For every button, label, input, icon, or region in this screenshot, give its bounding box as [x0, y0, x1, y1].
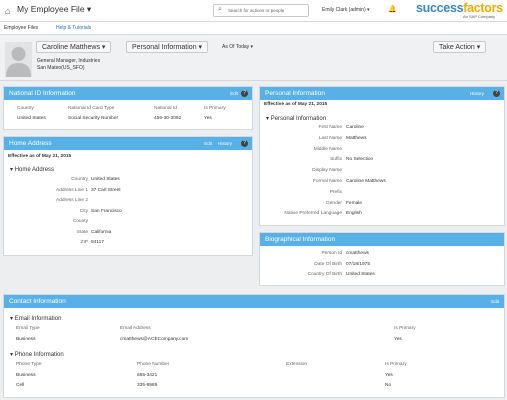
card-header: Personal Information History?: [260, 87, 504, 100]
field-label: Address Line 1: [56, 187, 88, 193]
employee-name-dropdown[interactable]: Caroline Matthews ▾: [36, 41, 112, 53]
contact-info-card: Contact Information Edit ▾ Email Informat…: [3, 294, 505, 398]
personal-info-card: Personal Information History? Effective a…: [259, 86, 505, 226]
history-link[interactable]: History: [218, 141, 232, 146]
biographical-card: Biographical Information Person Id cmatth…: [259, 232, 505, 286]
field-value: Matthews: [346, 135, 367, 141]
field-value: United States: [346, 272, 375, 277]
home-icon[interactable]: ⌂: [5, 6, 10, 16]
field-label: Prefix: [329, 189, 342, 195]
phone-section-toggle[interactable]: ▾ Phone Information: [10, 351, 64, 358]
field-label: Last Name: [318, 135, 342, 141]
edit-link[interactable]: Edit: [230, 91, 238, 96]
as-of-selector[interactable]: As Of Today ▾: [222, 44, 253, 50]
field-label: County: [72, 219, 88, 224]
field-value: 07/18/1975: [346, 261, 371, 267]
personal-info-section-toggle[interactable]: ▾ Personal Information: [266, 115, 326, 122]
field-value: Caroline Matthews: [346, 179, 386, 184]
home-address-card: Home Address Edit History? Effective as of…: [3, 136, 253, 256]
field-value: English: [346, 211, 362, 217]
search-input[interactable]: ⌕ Search for actions or people: [213, 4, 309, 17]
help-icon[interactable]: ?: [241, 140, 248, 147]
search-icon: ⌕: [218, 6, 222, 13]
help-tutorials-link[interactable]: Help & Tutorials: [56, 25, 91, 31]
bell-icon[interactable]: 🔔: [388, 5, 397, 13]
top-bar: ⌂ My Employee File ▾ ⌕ Search for actions…: [0, 0, 507, 22]
field-label: Country: [71, 177, 88, 182]
edit-link[interactable]: Edit: [204, 141, 212, 146]
field-label: State: [76, 229, 88, 235]
field-value: Female: [346, 200, 362, 206]
field-label: Suffix: [330, 157, 342, 163]
user-menu[interactable]: Emily Clark (admin) ▾: [322, 7, 370, 13]
history-link[interactable]: History: [470, 91, 484, 96]
field-label: Middle Name: [313, 146, 342, 152]
logo: successfactors: [416, 1, 503, 15]
field-label: Display Name: [312, 168, 342, 174]
field-label: Country Of Birth: [307, 272, 342, 277]
field-value: 94117: [91, 240, 104, 245]
help-icon[interactable]: ?: [241, 90, 248, 97]
avatar: [5, 42, 32, 77]
national-id-card: National ID Information Edit? Country Nat…: [3, 86, 253, 130]
field-label: ZIP: [80, 240, 88, 245]
view-dropdown[interactable]: Personal Information ▾: [126, 41, 209, 53]
field-label: Formal Name: [312, 179, 342, 184]
take-action-button[interactable]: Take Action ▾: [433, 41, 487, 53]
help-icon[interactable]: ?: [493, 90, 500, 97]
sub-navigation: Employee Files Help & Tutorials: [0, 22, 507, 35]
field-value: cmatthews: [346, 251, 369, 256]
employee-files-link[interactable]: Employee Files: [4, 25, 38, 31]
field-label: Native Preferred Language: [284, 211, 342, 217]
field-label: Date Of Birth: [314, 261, 342, 267]
edit-link[interactable]: Edit: [491, 299, 499, 304]
card-header: Biographical Information: [260, 233, 504, 246]
field-value: California: [91, 229, 112, 235]
home-address-section-toggle[interactable]: ▾ Home Address: [10, 166, 54, 173]
card-header: Contact Information Edit: [4, 295, 504, 308]
field-label: First Name: [318, 125, 342, 130]
field-value: 37 Carl Street: [91, 187, 121, 193]
field-value: Caroline: [346, 125, 364, 130]
card-header: National ID Information Edit?: [4, 87, 252, 100]
field-value: No Selection: [346, 157, 374, 163]
my-employee-file-menu[interactable]: My Employee File ▾: [17, 4, 91, 15]
field-label: Address Line 2: [56, 198, 88, 203]
field-value: United States: [91, 177, 120, 182]
field-value: San Francisco: [91, 208, 122, 214]
table-row: Business: [16, 337, 36, 342]
job-title: General Manager, Industries: [37, 58, 101, 64]
table-row: Business: [16, 373, 36, 378]
location: San Mateo(US_SFO): [37, 65, 85, 71]
field-label: City: [79, 208, 88, 214]
card-header: Home Address Edit History?: [4, 137, 252, 150]
logo-subtitle: An SAP Company: [463, 14, 496, 19]
email-section-toggle[interactable]: ▾ Email Information: [10, 315, 61, 322]
table-row: Cell: [16, 383, 25, 388]
field-label: Gender: [326, 200, 342, 206]
field-label: Person Id: [321, 251, 342, 256]
